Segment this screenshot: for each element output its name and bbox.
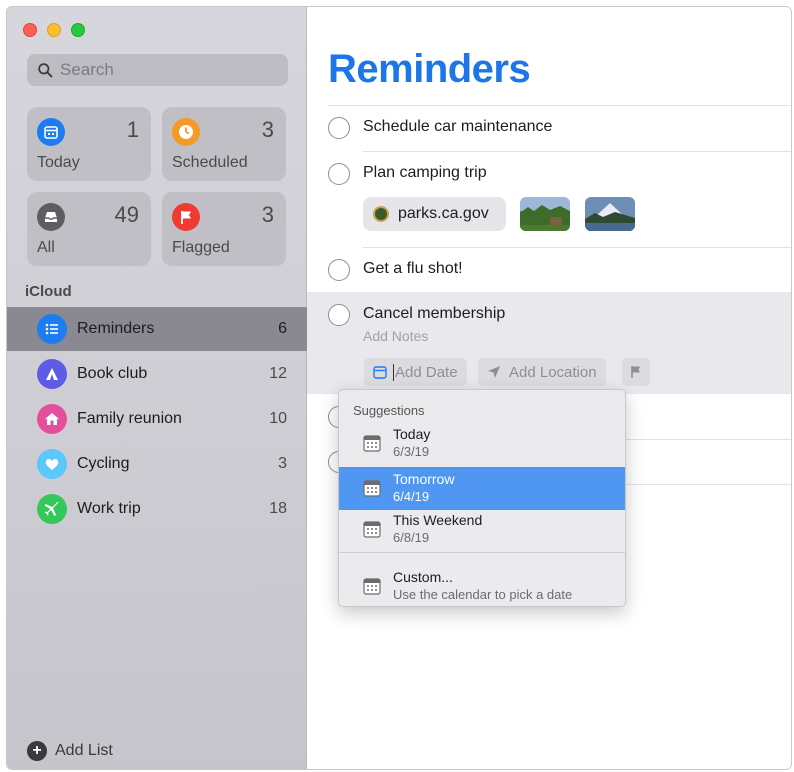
text-cursor xyxy=(393,363,394,381)
list-name: Cycling xyxy=(77,455,130,472)
smart-list-count: 3 xyxy=(261,202,274,227)
heart-icon xyxy=(37,449,67,479)
clock-icon xyxy=(172,118,200,146)
search-icon xyxy=(38,62,53,77)
page-title: Reminders xyxy=(328,47,531,91)
calendar-icon xyxy=(373,366,387,379)
suggestion-date: 6/3/19 xyxy=(393,444,430,459)
suggestion-custom[interactable]: Custom... Use the calendar to pick a dat… xyxy=(339,565,625,608)
popover-header: Suggestions xyxy=(353,403,425,418)
task-title[interactable]: Get a flu shot! xyxy=(363,260,463,278)
sidebar-item-family-reunion[interactable]: Family reunion 10 xyxy=(7,397,307,441)
smart-list-label: Flagged xyxy=(172,239,230,256)
smart-list-count: 3 xyxy=(261,117,274,142)
search-input[interactable] xyxy=(60,60,260,80)
add-location-label: Add Location xyxy=(509,363,597,381)
minimize-window-button[interactable] xyxy=(47,23,61,37)
smart-list-all[interactable]: 49 All xyxy=(27,192,151,266)
flag-button[interactable] xyxy=(622,358,650,386)
add-date-label: Add Date xyxy=(395,363,458,381)
plus-circle-icon: + xyxy=(27,741,47,761)
list-count: 18 xyxy=(269,500,287,517)
suggestion-label: Today xyxy=(393,426,431,442)
task-title[interactable]: Plan camping trip xyxy=(363,164,487,182)
add-list-label: Add List xyxy=(55,742,113,759)
flag-icon xyxy=(172,203,200,231)
calendar-icon xyxy=(363,435,381,452)
add-location-button[interactable]: Add Location xyxy=(478,358,606,386)
flag-icon xyxy=(631,366,640,378)
suggestion-date: 6/4/19 xyxy=(393,489,430,504)
list-name: Book club xyxy=(77,365,148,382)
list-name: Work trip xyxy=(77,500,141,517)
close-window-button[interactable] xyxy=(23,23,37,37)
smart-list-label: Today xyxy=(37,154,80,171)
task-title[interactable]: Schedule car maintenance xyxy=(363,118,552,136)
zoom-window-button[interactable] xyxy=(71,23,85,37)
sidebar-item-work-trip[interactable]: Work trip 18 xyxy=(7,487,307,531)
list-name: Family reunion xyxy=(77,410,182,427)
task-checkbox[interactable] xyxy=(328,117,350,139)
sidebar: 1 Today 3 Scheduled 49 All 3 Flagged iCl… xyxy=(7,7,307,769)
photo-thumbnail[interactable] xyxy=(520,197,570,231)
parks-badge-icon xyxy=(373,206,389,222)
add-date-button[interactable]: Add Date xyxy=(364,358,467,386)
link-attachment[interactable]: parks.ca.gov xyxy=(363,197,506,231)
suggestion-date: 6/8/19 xyxy=(393,530,430,545)
suggestion-hint: Use the calendar to pick a date xyxy=(393,587,573,602)
task-row: Get a flu shot! xyxy=(307,247,791,292)
sidebar-item-cycling[interactable]: Cycling 3 xyxy=(7,442,307,486)
list-icon xyxy=(37,314,67,344)
location-arrow-icon xyxy=(488,366,500,378)
add-list-button[interactable]: + Add List xyxy=(27,741,113,761)
task-row: Schedule car maintenance xyxy=(307,105,791,151)
smart-list-count: 49 xyxy=(114,202,139,227)
task-checkbox[interactable] xyxy=(328,304,350,326)
calendar-icon xyxy=(37,118,65,146)
section-title-icloud: iCloud xyxy=(25,283,72,300)
smart-list-today[interactable]: 1 Today xyxy=(27,107,151,181)
link-text: parks.ca.gov xyxy=(398,205,489,222)
suggestion-today[interactable]: Today 6/3/19 xyxy=(339,422,625,465)
suggestion-this-weekend[interactable]: This Weekend 6/8/19 xyxy=(339,508,625,551)
smart-list-scheduled[interactable]: 3 Scheduled xyxy=(162,107,286,181)
airplane-icon xyxy=(37,494,67,524)
photo-thumbnail[interactable] xyxy=(585,197,635,231)
smart-list-label: All xyxy=(37,239,55,256)
smart-list-label: Scheduled xyxy=(172,154,248,171)
notes-field[interactable]: Add Notes xyxy=(363,328,428,344)
task-checkbox[interactable] xyxy=(328,259,350,281)
reminders-window: 1 Today 3 Scheduled 49 All 3 Flagged iCl… xyxy=(6,6,792,770)
suggestion-tomorrow[interactable]: Tomorrow 6/4/19 xyxy=(339,467,625,510)
house-icon xyxy=(37,404,67,434)
suggestion-label: Custom... xyxy=(393,569,453,585)
tray-icon xyxy=(37,203,65,231)
suggestion-label: Tomorrow xyxy=(393,471,455,487)
smart-list-count: 1 xyxy=(126,117,139,142)
task-checkbox[interactable] xyxy=(328,163,350,185)
search-field[interactable] xyxy=(27,54,288,86)
list-count: 6 xyxy=(278,320,287,337)
task-title[interactable]: Cancel membership xyxy=(363,305,505,323)
list-count: 3 xyxy=(278,455,287,472)
sidebar-item-book-club[interactable]: Book club 12 xyxy=(7,352,307,396)
calendar-icon xyxy=(363,480,381,497)
date-suggestions-popover: Suggestions Today 6/3/19 Tomorrow 6/4/19… xyxy=(338,389,626,607)
popover-divider xyxy=(339,552,625,553)
calendar-icon xyxy=(363,521,381,538)
sidebar-item-reminders[interactable]: Reminders 6 xyxy=(7,307,307,351)
tent-icon xyxy=(37,359,67,389)
list-name: Reminders xyxy=(77,320,155,337)
calendar-icon xyxy=(363,578,381,595)
smart-list-flagged[interactable]: 3 Flagged xyxy=(162,192,286,266)
list-count: 10 xyxy=(269,410,287,427)
suggestion-label: This Weekend xyxy=(393,512,483,528)
list-count: 12 xyxy=(269,365,287,382)
